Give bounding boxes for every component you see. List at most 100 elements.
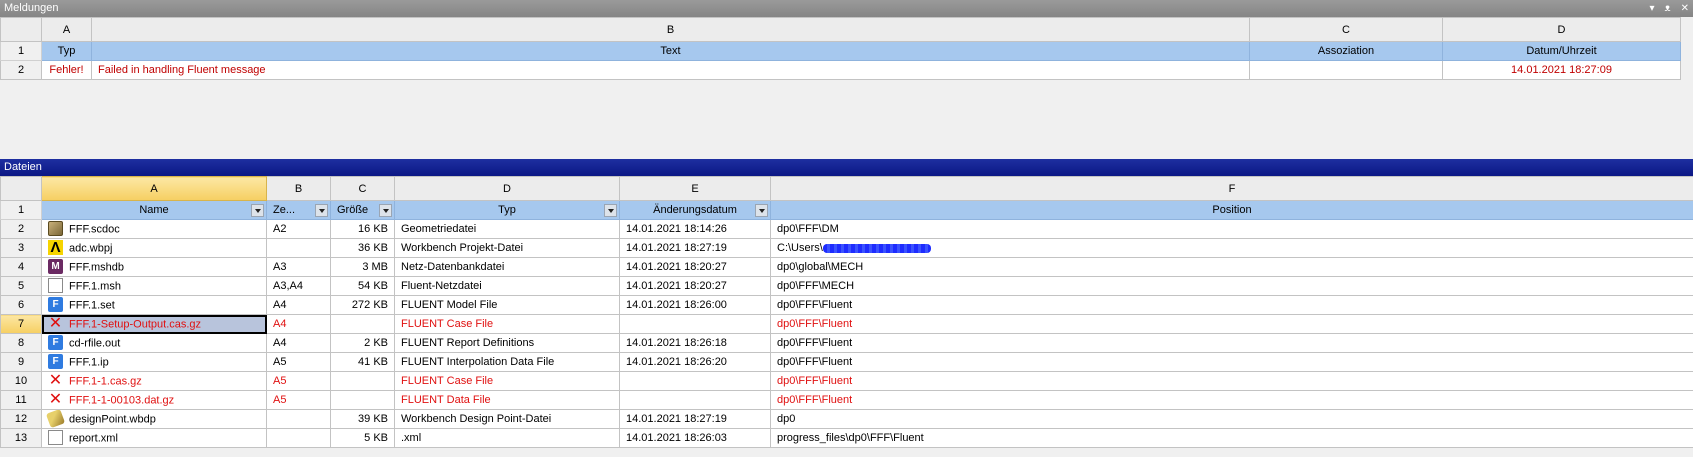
message-datetime[interactable]: 14.01.2021 18:27:09 xyxy=(1442,60,1681,80)
file-date[interactable] xyxy=(619,314,771,334)
filter-dropdown-icon[interactable] xyxy=(755,204,768,217)
file-ze[interactable]: A4 xyxy=(266,295,331,315)
file-row[interactable]: 13 report.xml 5 KB .xml 14.01.2021 18:26:03 p… xyxy=(0,428,1693,448)
column-header-d[interactable]: D xyxy=(394,176,620,201)
header-assoziation[interactable]: Assoziation xyxy=(1249,41,1443,61)
file-ze[interactable]: A5 xyxy=(266,371,331,391)
corner-cell[interactable] xyxy=(0,176,42,201)
row-number[interactable]: 2 xyxy=(0,219,42,239)
file-row[interactable]: 3 Λadc.wbpj 36 KB Workbench Projekt-Datei 14… xyxy=(0,238,1693,258)
row-number[interactable]: 8 xyxy=(0,333,42,353)
file-ze[interactable]: A4 xyxy=(266,314,331,334)
file-ze[interactable]: A3,A4 xyxy=(266,276,331,296)
filter-dropdown-icon[interactable] xyxy=(251,204,264,217)
file-date[interactable]: 14.01.2021 18:20:27 xyxy=(619,276,771,296)
row-number[interactable]: 6 xyxy=(0,295,42,315)
column-header-b[interactable]: B xyxy=(266,176,331,201)
file-position[interactable]: dp0\FFF\MECH xyxy=(770,276,1693,296)
file-position[interactable]: dp0\FFF\Fluent xyxy=(770,371,1693,391)
file-position[interactable]: C:\Users\ xyxy=(770,238,1693,258)
file-size[interactable]: 54 KB xyxy=(330,276,395,296)
file-ze[interactable]: A2 xyxy=(266,219,331,239)
column-header-b[interactable]: B xyxy=(91,17,1250,42)
file-position[interactable]: dp0\FFF\Fluent xyxy=(770,314,1693,334)
file-ze[interactable]: A3 xyxy=(266,257,331,277)
file-date[interactable]: 14.01.2021 18:20:27 xyxy=(619,257,771,277)
header-ze[interactable]: Ze... xyxy=(266,200,331,220)
file-type[interactable]: FLUENT Interpolation Data File xyxy=(394,352,620,372)
file-row[interactable]: 8 Fcd-rfile.out A4 2 KB FLUENT Report Defini… xyxy=(0,333,1693,353)
file-type[interactable]: Workbench Design Point-Datei xyxy=(394,409,620,429)
file-position[interactable]: dp0\FFF\Fluent xyxy=(770,352,1693,372)
file-ze[interactable]: A5 xyxy=(266,390,331,410)
file-type[interactable]: Netz-Datenbankdatei xyxy=(394,257,620,277)
file-date[interactable]: 14.01.2021 18:26:00 xyxy=(619,295,771,315)
column-header-c[interactable]: C xyxy=(330,176,395,201)
file-type[interactable]: FLUENT Case File xyxy=(394,314,620,334)
column-header-d[interactable]: D xyxy=(1442,17,1681,42)
file-row[interactable]: 2 FFF.scdoc A2 16 KB Geometriedatei 14.01.202… xyxy=(0,219,1693,239)
filter-dropdown-icon[interactable] xyxy=(379,204,392,217)
file-row[interactable]: 7 ✕ FFF.1-Setup-Output.cas.gz A4 FLUENT Case… xyxy=(0,314,1693,334)
header-typ[interactable]: Typ xyxy=(41,41,92,61)
pin-icon[interactable]: ᴥ xyxy=(1665,0,1671,17)
file-row[interactable]: 4 M FFF.mshdb A3 3 MB Netz-Datenbankdatei 14.0… xyxy=(0,257,1693,277)
file-position[interactable]: dp0\FFF\DM xyxy=(770,219,1693,239)
corner-cell[interactable] xyxy=(0,17,42,42)
file-ze[interactable]: A5 xyxy=(266,352,331,372)
file-name-cell[interactable]: Fcd-rfile.out xyxy=(41,333,267,353)
close-icon[interactable]: ✕ xyxy=(1681,0,1689,17)
file-row[interactable]: 11 ✕ FFF.1-1-00103.dat.gz A5 FLUENT Data Fil… xyxy=(0,390,1693,410)
file-type[interactable]: FLUENT Case File xyxy=(394,371,620,391)
header-position[interactable]: Position xyxy=(770,200,1693,220)
header-name[interactable]: Name xyxy=(41,200,267,220)
column-header-e[interactable]: E xyxy=(619,176,771,201)
file-row[interactable]: 5 FFF.1.msh A3,A4 54 KB Fluent-Netzdatei 14.0… xyxy=(0,276,1693,296)
file-date[interactable]: 14.01.2021 18:14:26 xyxy=(619,219,771,239)
file-date[interactable]: 14.01.2021 18:26:03 xyxy=(619,428,771,448)
file-name-cell[interactable]: FFF.scdoc xyxy=(41,219,267,239)
file-size[interactable] xyxy=(330,371,395,391)
file-size[interactable]: 2 KB xyxy=(330,333,395,353)
row-number[interactable]: 3 xyxy=(0,238,42,258)
file-size[interactable]: 16 KB xyxy=(330,219,395,239)
header-aenderungsdatum[interactable]: Änderungsdatum xyxy=(619,200,771,220)
message-row[interactable]: 2 Fehler! Failed in handling Fluent mess… xyxy=(0,60,1681,80)
file-size[interactable] xyxy=(330,314,395,334)
file-name-cell[interactable]: report.xml xyxy=(41,428,267,448)
file-position[interactable]: dp0\FFF\Fluent xyxy=(770,333,1693,353)
row-number[interactable]: 9 xyxy=(0,352,42,372)
filter-dropdown-icon[interactable] xyxy=(315,204,328,217)
file-row[interactable]: 6 F FFF.1.set A4 272 KB FLUENT Model File 14.0… xyxy=(0,295,1693,315)
file-ze[interactable] xyxy=(266,238,331,258)
file-name-cell[interactable]: F FFF.1.ip xyxy=(41,352,267,372)
header-typ[interactable]: Typ xyxy=(394,200,620,220)
file-position[interactable]: dp0\FFF\Fluent xyxy=(770,295,1693,315)
message-type[interactable]: Fehler! xyxy=(41,60,92,80)
file-date[interactable]: 14.01.2021 18:27:19 xyxy=(619,238,771,258)
file-size[interactable]: 39 KB xyxy=(330,409,395,429)
file-type[interactable]: FLUENT Report Definitions xyxy=(394,333,620,353)
header-groesse[interactable]: Größe xyxy=(330,200,395,220)
file-size[interactable] xyxy=(330,390,395,410)
file-size[interactable]: 36 KB xyxy=(330,238,395,258)
column-header-f[interactable]: F xyxy=(770,176,1693,201)
file-name-cell[interactable]: ✕ FFF.1-1.cas.gz xyxy=(41,371,267,391)
column-header-a[interactable]: A xyxy=(41,17,92,42)
header-text[interactable]: Text xyxy=(91,41,1250,61)
file-size[interactable]: 3 MB xyxy=(330,257,395,277)
file-position[interactable]: dp0 xyxy=(770,409,1693,429)
row-number[interactable]: 5 xyxy=(0,276,42,296)
file-size[interactable]: 41 KB xyxy=(330,352,395,372)
row-number[interactable]: 11 xyxy=(0,390,42,410)
file-date[interactable] xyxy=(619,371,771,391)
file-type[interactable]: FLUENT Model File xyxy=(394,295,620,315)
file-row[interactable]: 12 designPoint.wbdp 39 KB Workbench Design … xyxy=(0,409,1693,429)
file-ze[interactable] xyxy=(266,409,331,429)
file-name-cell[interactable]: Λadc.wbpj xyxy=(41,238,267,258)
row-number[interactable]: 1 xyxy=(0,200,42,220)
message-text[interactable]: Failed in handling Fluent message xyxy=(91,60,1250,80)
row-number[interactable]: 2 xyxy=(0,60,42,80)
column-header-a[interactable]: A xyxy=(41,176,267,201)
file-name-cell[interactable]: F FFF.1.set xyxy=(41,295,267,315)
